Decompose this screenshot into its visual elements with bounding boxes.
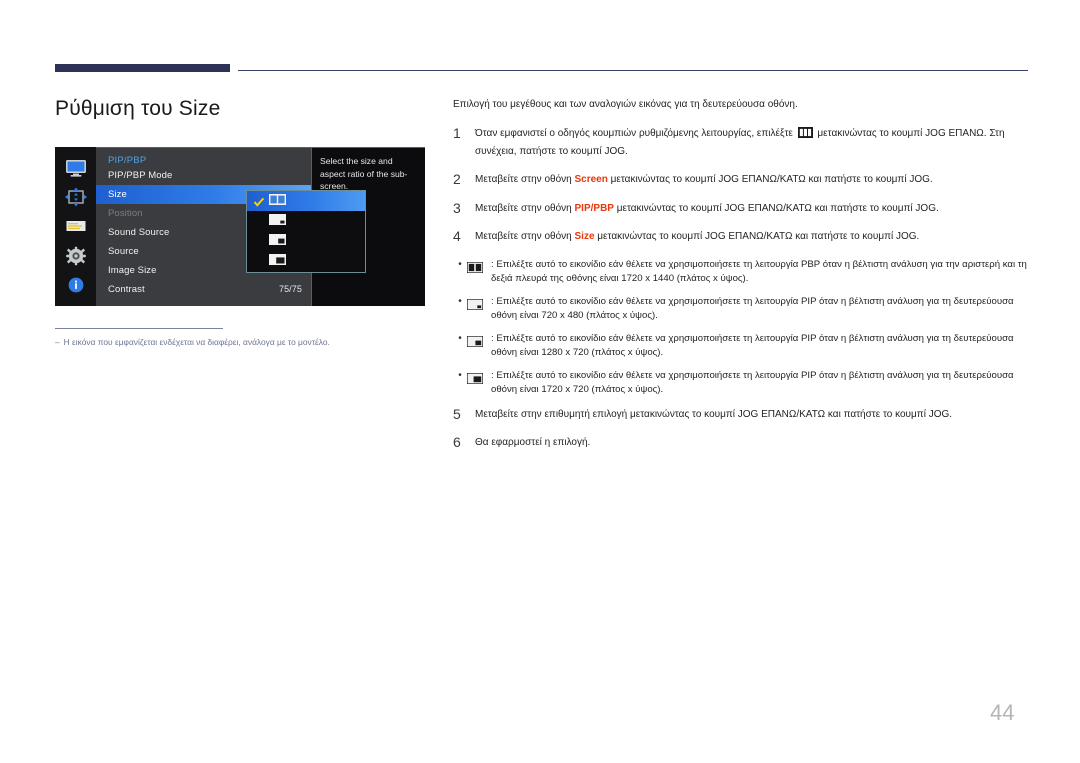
page-title: Ρύθμιση του Size <box>55 97 221 120</box>
osd-item-label: Contrast <box>108 284 145 295</box>
osd-item-label: Position <box>108 208 143 219</box>
size-option-bullet-list: • : Επιλέξτε αυτό το εικονίδιο εάν θέλετ… <box>453 258 1028 397</box>
onscreen-display-icon <box>64 216 88 236</box>
step-6: 6 Θα εφαρμοστεί η επιλογή. <box>453 435 1028 451</box>
bullet-marker: • <box>458 332 462 344</box>
step-text: Μεταβείτε στην οθόνη PIP/PBP μετακινώντα… <box>475 201 1028 217</box>
bullet-marker: • <box>458 369 462 381</box>
intro-paragraph: Επιλογή του μεγέθους και των αναλογιών ε… <box>453 99 798 110</box>
header-rule-thin <box>238 70 1028 71</box>
osd-item-label: PIP/PBP Mode <box>108 170 173 181</box>
step-5: 5 Μεταβείτε στην επιθυμητή επιλογή μετακ… <box>453 405 1028 423</box>
footnote: ‒ Η εικόνα που εμφανίζεται ενδέχεται να δ… <box>55 336 435 348</box>
osd-icon-rail <box>55 147 96 306</box>
step-text: Θα εφαρμοστεί η επιλογή. <box>475 437 591 448</box>
step-number: 1 <box>453 125 461 141</box>
step-text: Όταν εμφανιστεί ο οδηγός κουμπιών ρυθμιζ… <box>475 126 1028 159</box>
osd-item-label: Image Size <box>108 265 157 276</box>
page-number: 44 <box>990 700 1015 725</box>
osd-item-contrast[interactable]: Contrast 75/75 <box>96 280 311 299</box>
osd-item-label: Source <box>108 246 139 257</box>
step-text: Μεταβείτε στην οθόνη Size μετακινώντας τ… <box>475 229 1028 245</box>
step-text-post: μετακινώντας το κουμπί JOG ΕΠΑΝΩ/ΚΑΤΩ κα… <box>610 174 933 185</box>
pip-medium-icon <box>269 232 286 250</box>
osd-item-label: Size <box>108 189 127 200</box>
system-gear-icon <box>64 246 88 266</box>
bullet-text: : Επιλέξτε αυτό το εικονίδιο εάν θέλετε … <box>491 369 1014 395</box>
footnote-text: Η εικόνα που εμφανίζεται ενδέχεται να δι… <box>63 337 330 347</box>
footnote-divider <box>55 328 223 329</box>
step-highlight-term: PIP/PBP <box>574 202 614 214</box>
step-4: 4 Μεταβείτε στην οθόνη Size μετακινώντας… <box>453 229 1028 245</box>
step-text-pre: Όταν εμφανιστεί ο οδηγός κουμπιών ρυθμιζ… <box>475 128 793 139</box>
step-1: 1 Όταν εμφανιστεί ο οδηγός κουμπιών ρυθμ… <box>453 126 1028 159</box>
bullet-marker: • <box>458 295 462 307</box>
step-text: Μεταβείτε στην οθόνη Screen μετακινώντας… <box>475 172 1028 188</box>
bullet-text: : Επιλέξτε αυτό το εικονίδιο εάν θέλετε … <box>491 332 1014 358</box>
step-text-post: μετακινώντας το κουμπί JOG ΕΠΑΝΩ/ΚΑΤΩ κα… <box>616 202 939 214</box>
checkmark-icon <box>253 195 265 207</box>
pip-medium-icon <box>466 332 491 360</box>
pip-position-icon <box>64 187 88 207</box>
information-icon <box>64 275 88 295</box>
size-option-pip-medium[interactable] <box>247 231 365 251</box>
step-highlight-term: Screen <box>574 174 608 185</box>
size-option-pip-large[interactable] <box>247 251 365 271</box>
size-option-pbp[interactable] <box>247 191 365 211</box>
step-highlight-term: Size <box>574 231 595 242</box>
pbp-half-half-icon <box>466 258 491 286</box>
step-3: 3 Μεταβείτε στην οθόνη PIP/PBP μετακινών… <box>453 199 1028 217</box>
osd-menu-body: PIP/PBP PIP/PBP Mode Size Position Sound… <box>96 147 425 306</box>
step-text-post: μετακινώντας το κουμπί JOG ΕΠΑΝΩ/ΚΑΤΩ κα… <box>597 231 920 242</box>
instructions-column: Επιλογή του μεγέθους και των αναλογιών ε… <box>453 98 1028 464</box>
bullet-pip-small: • : Επιλέξτε αυτό το εικονίδιο εάν θέλετ… <box>453 295 1028 323</box>
footnote-dash: ‒ <box>55 337 60 347</box>
step-number: 6 <box>453 434 461 450</box>
osd-item-value: 75/75 <box>278 284 302 294</box>
pip-small-icon <box>466 295 491 323</box>
step-number: 3 <box>453 199 461 216</box>
osd-menu-list: PIP/PBP PIP/PBP Mode Size Position Sound… <box>96 148 366 306</box>
step-text: Μεταβείτε στην επιθυμητή επιλογή μετακιν… <box>475 408 953 420</box>
pip-large-icon <box>466 369 491 397</box>
bullet-pbp: • : Επιλέξτε αυτό το εικονίδιο εάν θέλετ… <box>453 258 1028 286</box>
pip-pbp-jog-guide-icon <box>797 127 813 144</box>
bullet-marker: • <box>458 258 462 270</box>
step-number: 5 <box>453 405 461 422</box>
step-text-pre: Μεταβείτε στην οθόνη <box>475 202 572 214</box>
monitor-icon <box>64 158 88 178</box>
osd-item-pip-pbp-mode[interactable]: PIP/PBP Mode <box>96 166 311 185</box>
step-text-pre: Μεταβείτε στην οθόνη <box>475 231 572 242</box>
size-option-pip-small[interactable] <box>247 211 365 231</box>
bullet-pip-medium: • : Επιλέξτε αυτό το εικονίδιο εάν θέλετ… <box>453 332 1028 360</box>
bullet-text: : Επιλέξτε αυτό το εικονίδιο εάν θέλετε … <box>491 258 1027 284</box>
pip-large-icon <box>269 252 286 270</box>
bullet-text: : Επιλέξτε αυτό το εικονίδιο εάν θέλετε … <box>491 295 1014 321</box>
osd-item-label: Sound Source <box>108 227 170 238</box>
step-number: 4 <box>453 228 461 244</box>
step-number: 2 <box>453 171 461 187</box>
osd-size-options-popup <box>246 190 366 273</box>
page-header-rules <box>0 0 1080 80</box>
osd-screenshot: PIP/PBP PIP/PBP Mode Size Position Sound… <box>55 147 425 306</box>
header-rule-thick <box>55 64 230 72</box>
bullet-pip-large: • : Επιλέξτε αυτό το εικονίδιο εάν θέλετ… <box>453 369 1028 397</box>
osd-menu-header: PIP/PBP <box>108 155 147 166</box>
step-2: 2 Μεταβείτε στην οθόνη Screen μετακινώντ… <box>453 172 1028 188</box>
step-text-pre: Μεταβείτε στην οθόνη <box>475 174 572 185</box>
pbp-half-half-icon <box>269 192 286 210</box>
pip-small-icon <box>269 212 286 230</box>
